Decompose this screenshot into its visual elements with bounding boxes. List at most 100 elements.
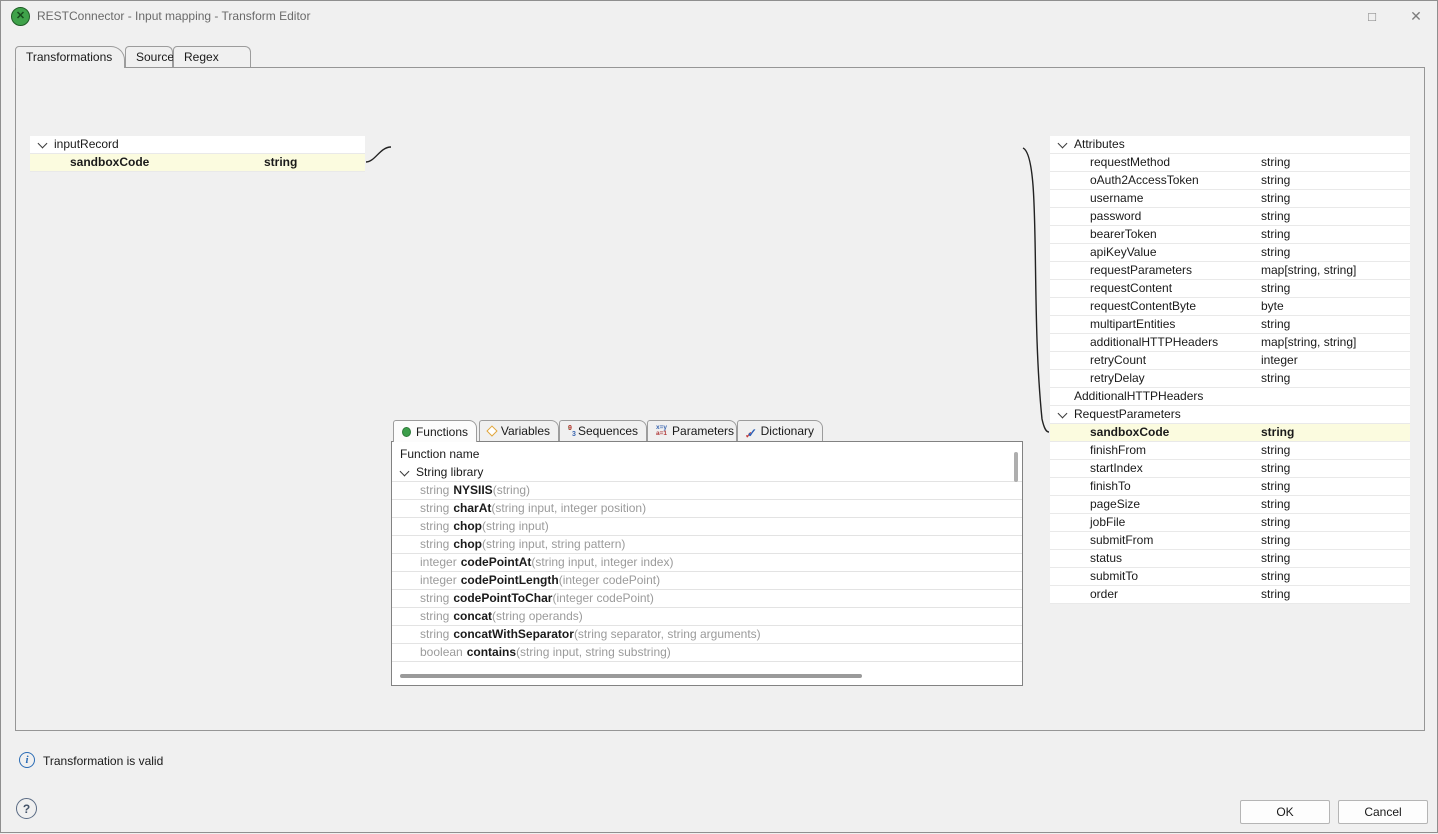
table-row[interactable]: inputRecord bbox=[30, 136, 365, 154]
tab-dictionary[interactable]: ✓✓ Dictionary bbox=[737, 420, 823, 441]
maximize-button[interactable]: □ bbox=[1351, 1, 1393, 31]
par-line: a=1 bbox=[656, 431, 667, 438]
field-type: string bbox=[1261, 550, 1290, 567]
close-icon: ✕ bbox=[1410, 8, 1422, 25]
sequences-icon: 093 bbox=[568, 425, 573, 438]
function-row[interactable]: stringchop(string input) bbox=[392, 518, 1022, 536]
function-args: (string input, string substring) bbox=[516, 645, 671, 659]
function-return-type: string bbox=[420, 537, 449, 551]
table-row[interactable]: order string bbox=[1050, 586, 1410, 604]
field-type: string bbox=[1261, 514, 1290, 531]
function-row[interactable]: stringcharAt(string input, integer posit… bbox=[392, 500, 1022, 518]
function-args: (string operands) bbox=[492, 609, 583, 623]
chevron-down-icon[interactable] bbox=[38, 139, 48, 149]
function-row[interactable]: stringchop(string input, string pattern) bbox=[392, 536, 1022, 554]
table-row[interactable]: sandboxCode string bbox=[1050, 424, 1410, 442]
tab-sequences[interactable]: 093 Sequences bbox=[559, 420, 647, 441]
function-row[interactable]: string concat(string operands) bbox=[392, 608, 1022, 626]
field-type: string bbox=[1261, 316, 1290, 333]
field-type: string bbox=[1261, 532, 1290, 549]
field-name: requestContent bbox=[1090, 281, 1172, 295]
field-type: string bbox=[1261, 496, 1290, 513]
function-name: codePointToChar bbox=[453, 591, 552, 605]
tab-variables[interactable]: Variables bbox=[479, 420, 559, 441]
tab-functions[interactable]: Functions bbox=[393, 420, 477, 442]
table-row[interactable]: sandboxCode string bbox=[30, 154, 365, 172]
cancel-button[interactable]: Cancel bbox=[1338, 800, 1428, 824]
table-row[interactable]: retryCount integer bbox=[1050, 352, 1410, 370]
chevron-down-icon[interactable] bbox=[1058, 139, 1068, 149]
function-row[interactable]: stringcodePointToChar(integer codePoint) bbox=[392, 590, 1022, 608]
variables-icon bbox=[486, 425, 497, 436]
field-name: Attributes bbox=[1074, 137, 1125, 151]
table-row[interactable]: jobFile string bbox=[1050, 514, 1410, 532]
tab-functions-label: Functions bbox=[416, 422, 468, 442]
field-type: string bbox=[1261, 280, 1290, 297]
field-type: string bbox=[1261, 568, 1290, 585]
table-row[interactable]: finishTo string bbox=[1050, 478, 1410, 496]
table-row[interactable]: submitFrom string bbox=[1050, 532, 1410, 550]
table-row[interactable]: RequestParameters bbox=[1050, 406, 1410, 424]
table-row[interactable]: requestMethod string bbox=[1050, 154, 1410, 172]
field-name: finishTo bbox=[1090, 479, 1131, 493]
table-row[interactable]: username string bbox=[1050, 190, 1410, 208]
chevron-down-icon[interactable] bbox=[400, 467, 410, 477]
function-row[interactable]: stringconcatWithSeparator(string separat… bbox=[392, 626, 1022, 644]
validation-status: Transformation is valid bbox=[43, 754, 163, 768]
ok-button[interactable]: OK bbox=[1240, 800, 1330, 824]
table-row[interactable]: retryDelay string bbox=[1050, 370, 1410, 388]
functions-panel: Function name String library stringNYSII… bbox=[391, 441, 1023, 686]
field-name: bearerToken bbox=[1090, 227, 1157, 241]
field-type: string bbox=[264, 154, 297, 171]
function-return-type: string bbox=[420, 609, 449, 623]
field-type: string bbox=[1261, 424, 1294, 441]
table-row[interactable]: multipartEntities string bbox=[1050, 316, 1410, 334]
table-row[interactable]: submitTo string bbox=[1050, 568, 1410, 586]
field-name: jobFile bbox=[1090, 515, 1125, 529]
functions-icon bbox=[402, 427, 411, 437]
field-type: string bbox=[1261, 586, 1290, 603]
field-type: string bbox=[1261, 442, 1290, 459]
field-name: apiKeyValue bbox=[1090, 245, 1157, 259]
table-row[interactable]: additionalHTTPHeaders map[string, string… bbox=[1050, 334, 1410, 352]
function-return-type: string bbox=[420, 483, 449, 497]
table-row[interactable]: Attributes bbox=[1050, 136, 1410, 154]
table-row[interactable]: requestContentByte byte bbox=[1050, 298, 1410, 316]
function-row[interactable]: integercodePointLength(integer codePoint… bbox=[392, 572, 1022, 590]
field-name: RequestParameters bbox=[1074, 407, 1181, 421]
field-name: retryDelay bbox=[1090, 371, 1145, 385]
vertical-scrollbar[interactable] bbox=[1014, 452, 1018, 482]
horizontal-scrollbar[interactable] bbox=[400, 674, 862, 678]
table-row[interactable]: requestContent string bbox=[1050, 280, 1410, 298]
field-type: string bbox=[1261, 370, 1290, 387]
function-row[interactable]: integercodePointAt(string input, integer… bbox=[392, 554, 1022, 572]
table-row[interactable]: bearerToken string bbox=[1050, 226, 1410, 244]
table-row[interactable]: apiKeyValue string bbox=[1050, 244, 1410, 262]
function-name: NYSIIS bbox=[453, 483, 492, 497]
table-row[interactable]: AdditionalHTTPHeaders bbox=[1050, 388, 1410, 406]
table-row[interactable]: startIndex string bbox=[1050, 460, 1410, 478]
tab-parameters[interactable]: x=ya=1 Parameters bbox=[647, 420, 737, 441]
field-name: inputRecord bbox=[54, 137, 119, 151]
table-row[interactable]: status string bbox=[1050, 550, 1410, 568]
function-row[interactable]: stringNYSIIS(string) bbox=[392, 482, 1022, 500]
function-name: concat bbox=[453, 609, 492, 623]
function-group-row[interactable]: String library bbox=[392, 464, 1022, 482]
tab-source[interactable]: Source bbox=[125, 46, 173, 67]
table-row[interactable]: oAuth2AccessToken string bbox=[1050, 172, 1410, 190]
field-name: requestContentByte bbox=[1090, 299, 1196, 313]
close-button[interactable]: ✕ bbox=[1395, 1, 1437, 31]
field-name: sandboxCode bbox=[1090, 425, 1169, 439]
function-row[interactable]: booleancontains(string input, string sub… bbox=[392, 644, 1022, 662]
table-row[interactable]: pageSize string bbox=[1050, 496, 1410, 514]
tab-regex-tester[interactable]: Regex tester bbox=[173, 46, 251, 67]
help-button[interactable]: ? bbox=[16, 798, 37, 819]
field-name: pageSize bbox=[1090, 497, 1140, 511]
title-bar: ✕ RESTConnector - Input mapping - Transf… bbox=[1, 1, 1437, 31]
tab-transformations[interactable]: Transformations bbox=[15, 46, 125, 68]
chevron-down-icon[interactable] bbox=[1058, 409, 1068, 419]
table-row[interactable]: password string bbox=[1050, 208, 1410, 226]
table-row[interactable]: requestParameters map[string, string] bbox=[1050, 262, 1410, 280]
table-row[interactable]: finishFrom string bbox=[1050, 442, 1410, 460]
output-fields-table: Field Type Attributes requestMethod stri… bbox=[1049, 111, 1411, 686]
